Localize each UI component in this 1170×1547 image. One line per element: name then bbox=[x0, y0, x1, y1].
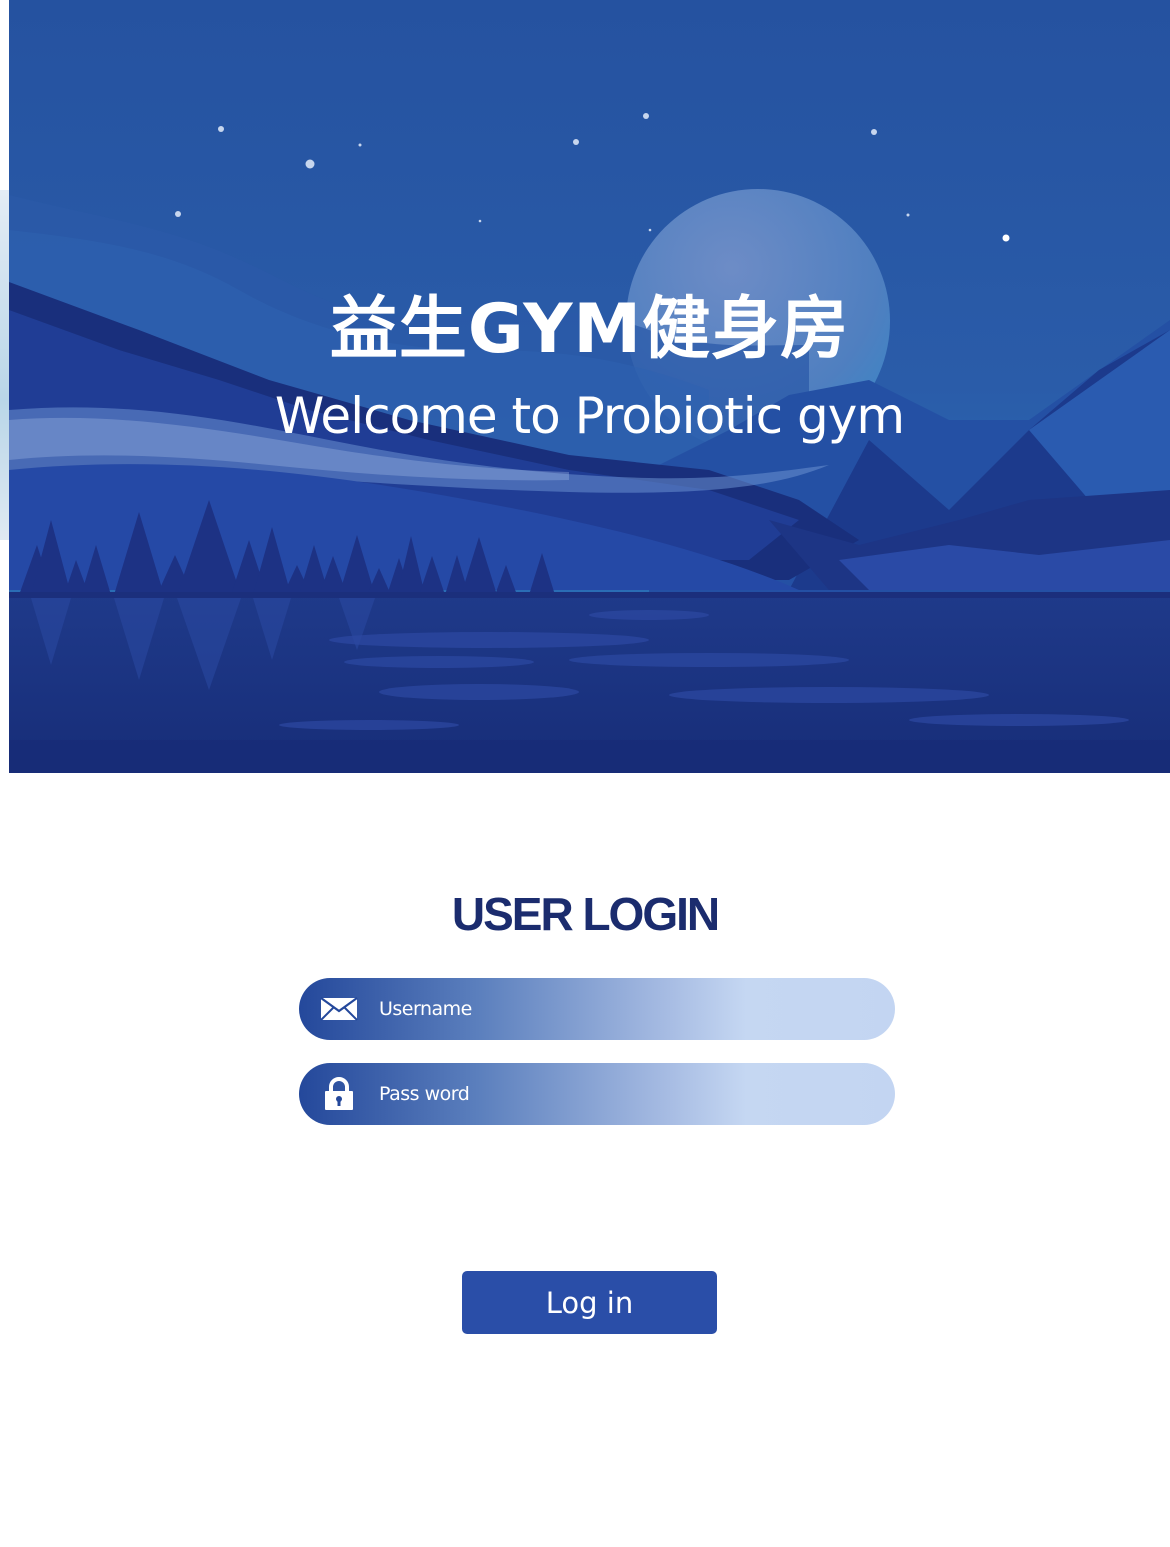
lock-icon bbox=[319, 1077, 359, 1111]
side-gradient-strip bbox=[0, 190, 9, 540]
username-field[interactable] bbox=[299, 978, 895, 1040]
login-heading: USER LOGIN bbox=[451, 888, 720, 940]
username-input[interactable] bbox=[379, 978, 865, 1040]
password-input[interactable] bbox=[379, 1063, 865, 1125]
gym-title: 益生GYM健身房 bbox=[329, 290, 850, 369]
login-button[interactable]: Log in bbox=[462, 1271, 717, 1334]
password-field[interactable] bbox=[299, 1063, 895, 1125]
hero-banner: 益生GYM健身房 Welcome to Probiotic gym bbox=[9, 0, 1170, 773]
welcome-subtitle: Welcome to Probiotic gym bbox=[274, 387, 905, 445]
envelope-icon bbox=[319, 992, 359, 1026]
